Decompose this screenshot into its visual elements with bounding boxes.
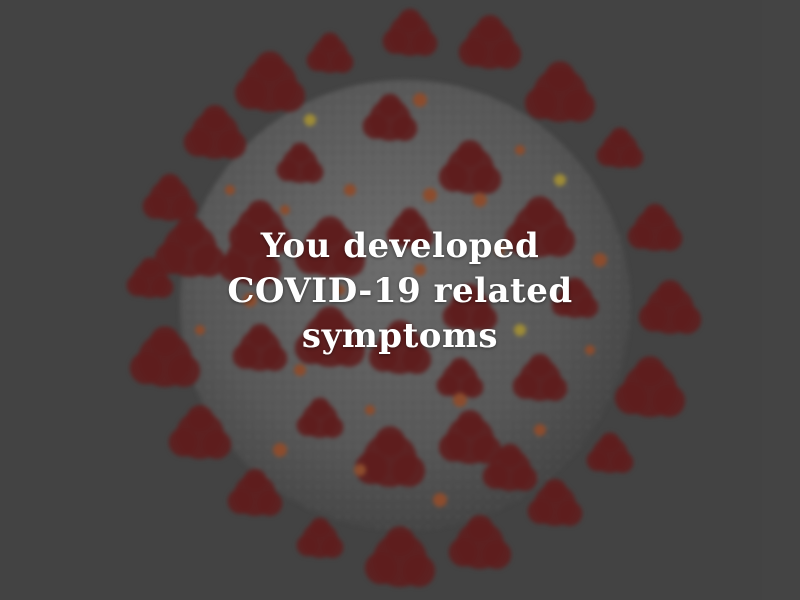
message-line-2: COVID-19 related — [227, 271, 573, 311]
message-line-1: You developed — [260, 226, 540, 266]
outcome-message: You developed COVID-19 related symptoms — [0, 224, 800, 359]
game-screen: You developed COVID-19 related symptoms — [0, 0, 800, 600]
message-line-3: symptoms — [301, 316, 499, 356]
